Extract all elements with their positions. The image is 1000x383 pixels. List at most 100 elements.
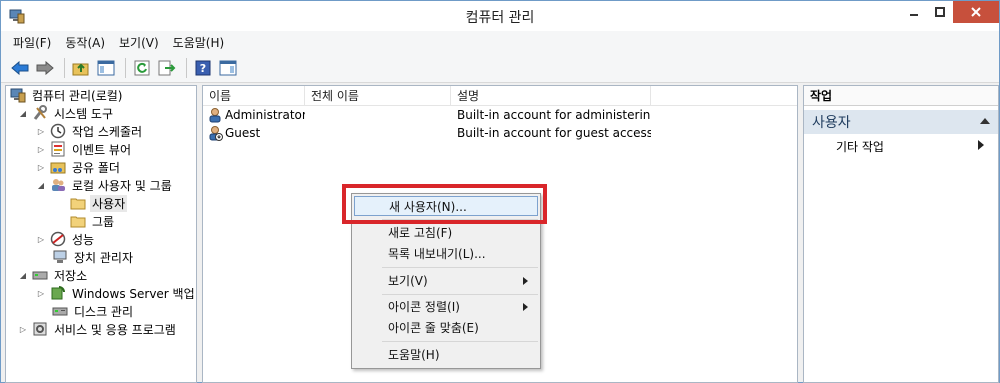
minimize-button[interactable]	[901, 1, 927, 23]
user-icon	[207, 107, 223, 123]
forward-button[interactable]	[34, 57, 56, 79]
list-header: 이름 전체 이름 설명	[203, 86, 797, 106]
tree-item-services-applications[interactable]: ▷ 서비스 및 응용 프로그램	[18, 320, 178, 338]
back-button[interactable]	[9, 57, 31, 79]
menu-item-label: 보기(V)	[388, 274, 428, 288]
menu-separator	[382, 294, 538, 295]
forward-arrow-icon	[36, 60, 54, 75]
menu-item-label: 아이콘 정렬(I)	[388, 300, 460, 314]
menu-help[interactable]: 도움말(H)	[173, 34, 225, 51]
tree-item-device-manager[interactable]: 장치 관리자	[52, 248, 135, 266]
submenu-arrow-icon[interactable]	[978, 140, 984, 150]
tree-item-label: 컴퓨터 관리(로컬)	[32, 88, 123, 103]
menu-separator	[382, 341, 538, 342]
help-icon: ?	[195, 60, 211, 75]
tree-item-computer-management[interactable]: 컴퓨터 관리(로컬)	[10, 86, 124, 104]
tree-item-label: 장치 관리자	[74, 250, 134, 265]
tree-item-windows-server-backup[interactable]: ▷ Windows Server 백업	[36, 284, 197, 302]
menu-item-help[interactable]: 도움말(H)	[354, 345, 538, 365]
collapsed-arrow-icon[interactable]: ▷	[36, 288, 46, 298]
menu-item-new-user[interactable]: 새 사용자(N)...	[354, 196, 538, 216]
menu-item-refresh[interactable]: 새로 고침(F)	[354, 223, 538, 243]
tree-item-local-users-groups[interactable]: ◢ 로컬 사용자 및 그룹	[36, 176, 174, 194]
context-menu: 새 사용자(N)... 새로 고침(F) 목록 내보내기(L)... 보기(V)…	[351, 193, 541, 369]
tree-item-label: 디스크 관리	[74, 304, 134, 319]
menu-separator	[382, 219, 538, 220]
collapsed-arrow-icon[interactable]: ▷	[36, 162, 46, 172]
tree-item-system-tools[interactable]: ◢ 시스템 도구	[18, 104, 115, 122]
expanded-arrow-icon[interactable]: ◢	[36, 180, 46, 190]
action-more-actions[interactable]: 기타 작업	[836, 138, 884, 155]
tree-item-label: 로컬 사용자 및 그룹	[72, 178, 172, 193]
tree-item-storage[interactable]: ◢ 저장소	[18, 266, 89, 284]
list-cell-name: Guest	[203, 125, 305, 141]
collapsed-arrow-icon[interactable]: ▷	[36, 126, 46, 136]
services-icon	[32, 321, 48, 337]
list-cell-name: Administrator	[203, 107, 305, 123]
toolbar-separator	[125, 57, 126, 78]
menu-file[interactable]: 파일(F)	[13, 34, 51, 51]
clock-icon	[50, 123, 66, 139]
list-item-guest[interactable]: Guest Built-in account for guest access.…	[203, 124, 797, 142]
collapsed-arrow-icon[interactable]: ▷	[36, 234, 46, 244]
maximize-button[interactable]	[927, 1, 953, 23]
tree-item-label: 그룹	[92, 214, 115, 229]
shared-folder-icon	[50, 159, 66, 175]
tree-item-event-viewer[interactable]: ▷ 이벤트 뷰어	[36, 140, 133, 158]
help-button[interactable]: ?	[192, 57, 214, 79]
menu-item-label: 새로 고침(F)	[388, 226, 453, 240]
device-manager-icon	[52, 249, 68, 265]
tree-item-users[interactable]: 사용자	[70, 194, 128, 212]
menu-item-export-list[interactable]: 목록 내보내기(L)...	[354, 244, 538, 264]
folder-up-icon	[72, 63, 89, 75]
menu-item-label: 새 사용자(N)...	[389, 200, 467, 214]
backup-icon	[50, 285, 66, 301]
column-header-full-name[interactable]: 전체 이름	[305, 86, 451, 106]
window-controls	[901, 1, 999, 23]
export-icon	[158, 60, 176, 75]
action-pane-header: 작업	[804, 86, 998, 106]
menu-item-view[interactable]: 보기(V)	[354, 271, 538, 291]
list-item-name: Guest	[225, 126, 261, 140]
expanded-arrow-icon[interactable]: ◢	[18, 108, 28, 118]
collapsed-arrow-icon[interactable]: ▷	[18, 324, 28, 334]
close-button[interactable]	[953, 1, 999, 23]
collapse-up-icon[interactable]	[980, 118, 990, 124]
list-cell-description: Built-in account for guest access...	[457, 126, 651, 140]
action-group-label: 사용자	[812, 115, 851, 131]
menu-item-arrange-icons[interactable]: 아이콘 정렬(I)	[354, 297, 538, 317]
submenu-arrow-icon	[523, 277, 528, 285]
collapsed-arrow-icon[interactable]: ▷	[36, 144, 46, 154]
menu-action[interactable]: 동작(A)	[65, 34, 105, 51]
tree-item-task-scheduler[interactable]: ▷ 작업 스케줄러	[36, 122, 144, 140]
menu-view[interactable]: 보기(V)	[119, 34, 159, 51]
menu-item-line-up-icons[interactable]: 아이콘 줄 맞춤(E)	[354, 318, 538, 338]
tree-item-label: 성능	[72, 232, 95, 247]
folder-icon	[70, 195, 86, 211]
list-item-name: Administrator	[225, 108, 305, 122]
list-item-administrator[interactable]: Administrator Built-in account for admin…	[203, 106, 797, 124]
tree-item-disk-management[interactable]: 디스크 관리	[52, 302, 135, 320]
tree-item-label: 사용자	[90, 194, 128, 212]
back-arrow-icon	[11, 60, 29, 75]
show-hide-tree-button[interactable]	[95, 57, 117, 79]
computer-management-window: 컴퓨터 관리 파일(F) 동작(A) 보기(V) 도움말(H) ? 컴퓨터 관리…	[0, 0, 1000, 383]
expanded-arrow-icon[interactable]: ◢	[18, 270, 28, 280]
column-header-name[interactable]: 이름	[203, 86, 305, 106]
tree-item-label: 서비스 및 응용 프로그램	[54, 322, 176, 337]
up-one-level-button[interactable]	[70, 57, 92, 79]
export-list-button[interactable]	[156, 57, 178, 79]
refresh-button[interactable]	[131, 57, 153, 79]
tree-item-label: 저장소	[54, 268, 88, 283]
tree-item-groups[interactable]: 그룹	[70, 212, 116, 230]
svg-text:?: ?	[200, 62, 206, 75]
refresh-icon	[134, 60, 150, 75]
show-hide-action-pane-button[interactable]	[217, 57, 239, 79]
system-tools-icon	[32, 105, 48, 121]
tree-item-shared-folders[interactable]: ▷ 공유 폴더	[36, 158, 122, 176]
action-group-users[interactable]: 사용자	[804, 110, 998, 134]
tree-item-performance[interactable]: ▷ 성능	[36, 230, 96, 248]
tree-item-label: 작업 스케줄러	[72, 124, 143, 139]
column-header-description[interactable]: 설명	[451, 86, 651, 106]
window-title: 컴퓨터 관리	[465, 10, 535, 26]
